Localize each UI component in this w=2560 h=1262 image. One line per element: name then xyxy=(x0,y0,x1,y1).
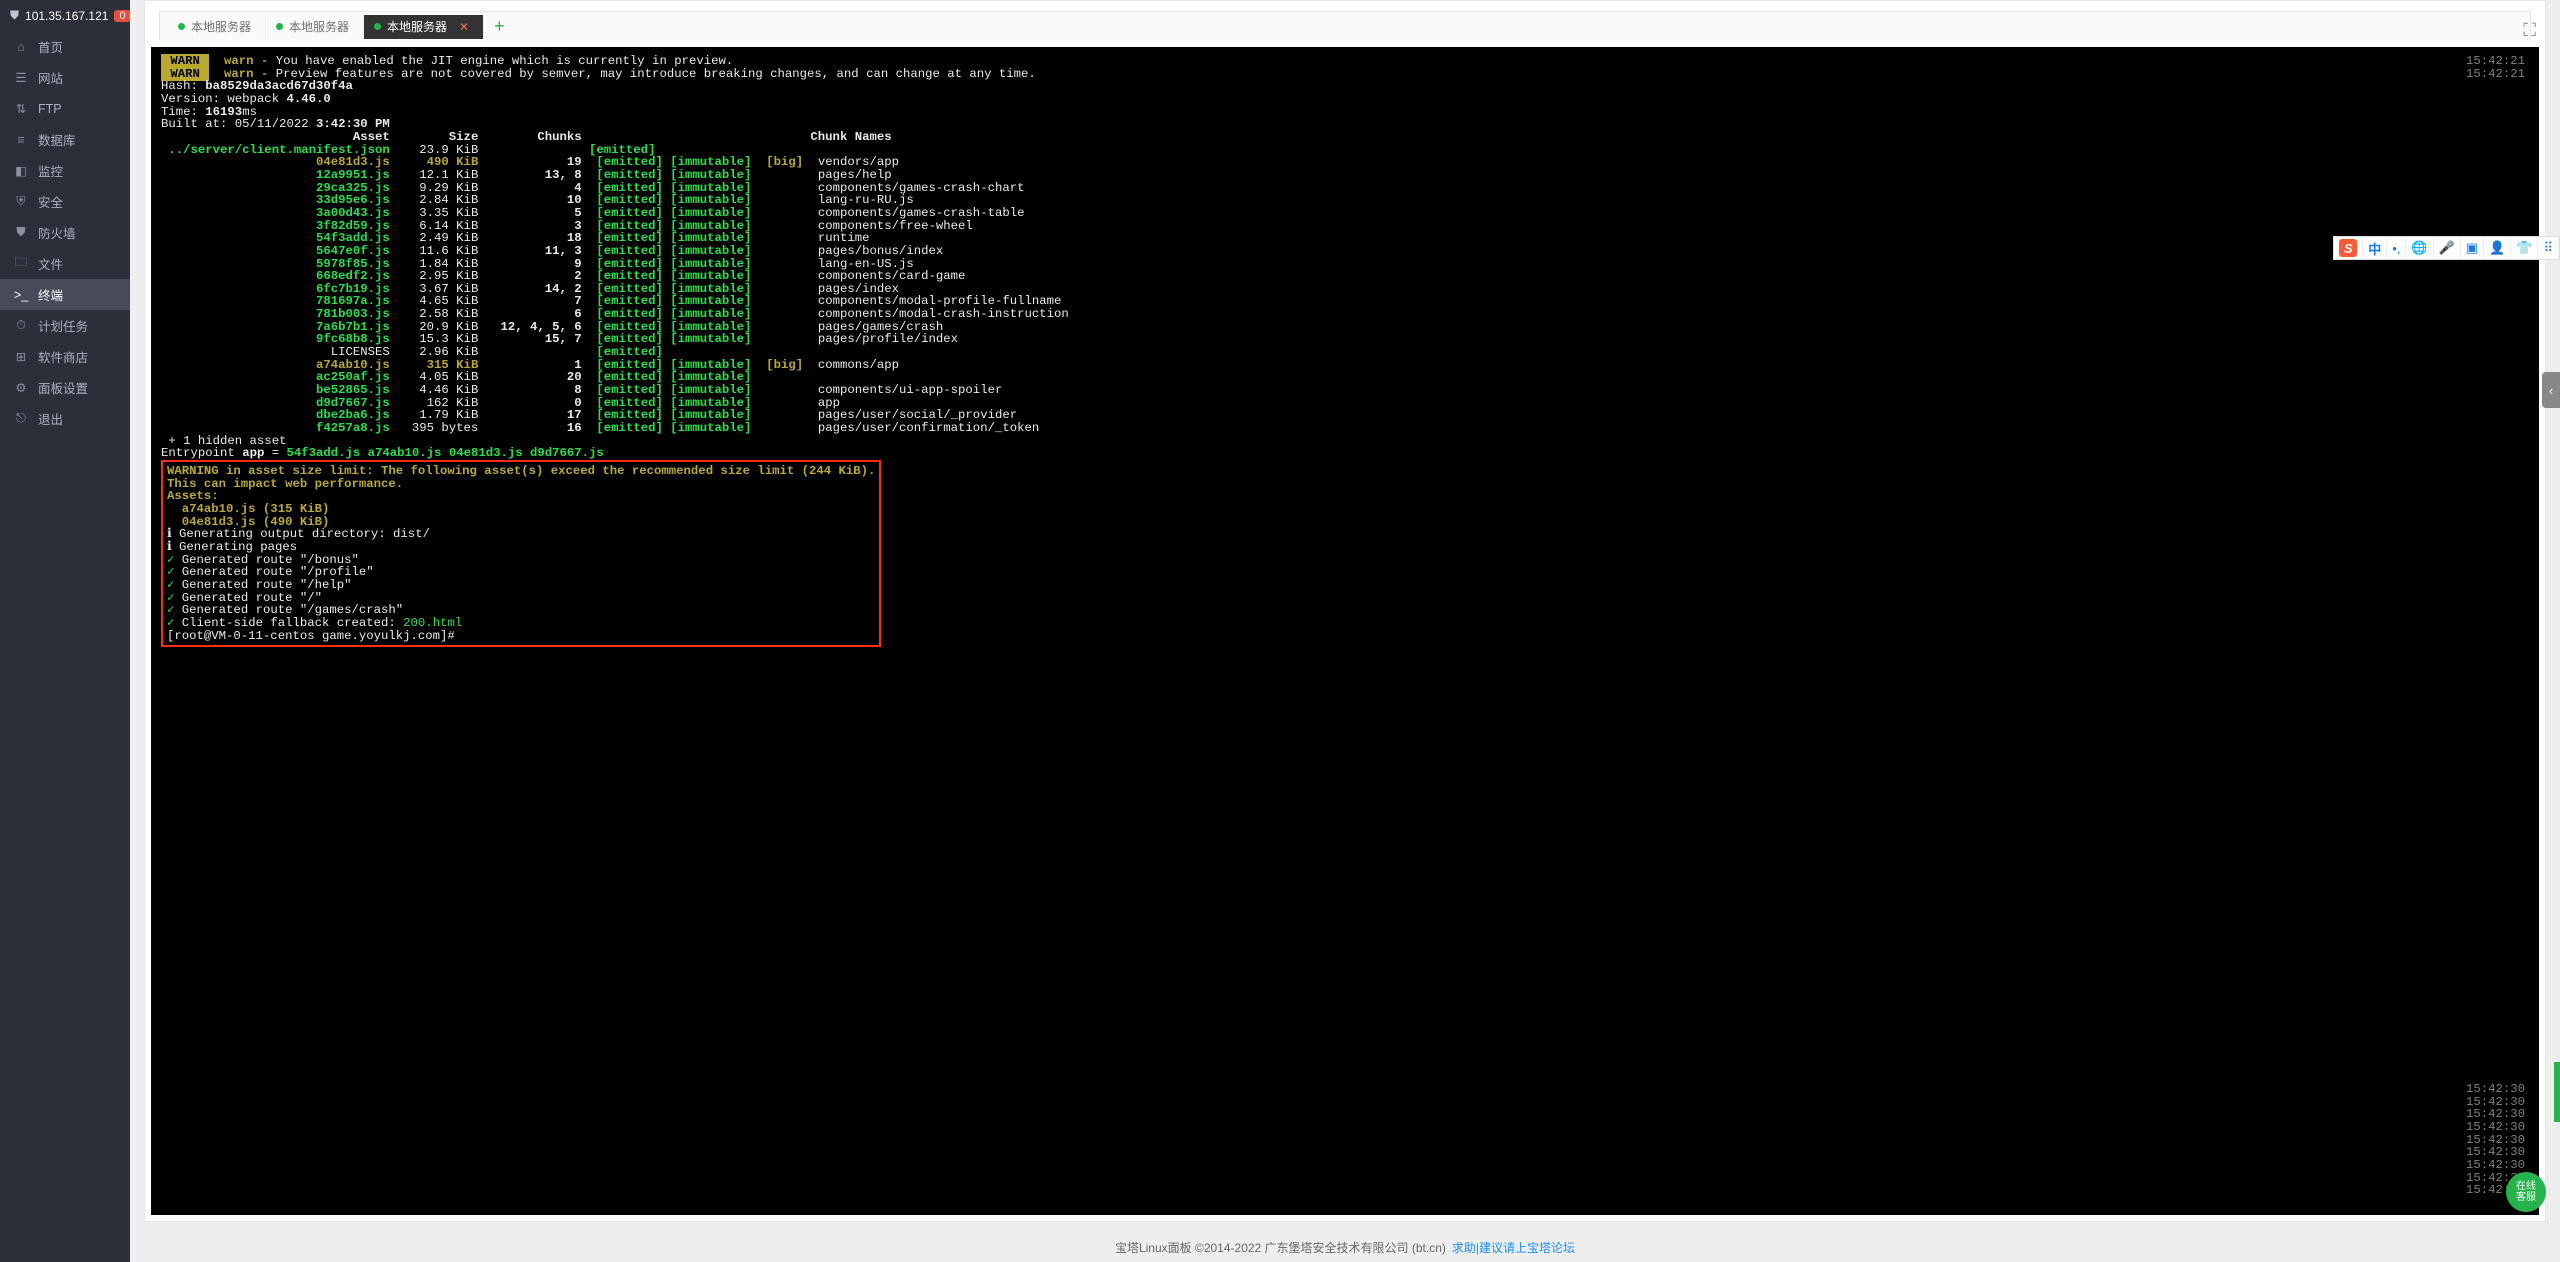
ime-globe-icon[interactable]: 🌐 xyxy=(2406,237,2433,259)
nav-icon: ⏱ xyxy=(14,318,28,333)
ime-screen-icon[interactable]: ▣ xyxy=(2461,237,2484,259)
alert-badge[interactable]: 0 xyxy=(114,10,130,22)
main: ⛶ 本地服务器 本地服务器 本地服务器 ✕ + WARN warn - You have… xyxy=(130,0,2560,1262)
tab-status-dot xyxy=(178,23,185,30)
nav-icon: ⚙ xyxy=(14,380,28,395)
nav-label: 安全 xyxy=(38,192,63,211)
footer-copyright: 宝塔Linux面板 ©2014-2022 广东堡塔安全技术有限公司 (bt.cn… xyxy=(1115,1239,1446,1256)
terminal-output[interactable]: WARN warn - You have enabled the JIT eng… xyxy=(151,47,2539,1215)
ime-mic-icon[interactable]: 🎤 xyxy=(2434,237,2461,259)
ime-lang[interactable]: 中 xyxy=(2363,237,2387,259)
nav-item-10[interactable]: ⊞ 软件商店 xyxy=(0,341,130,372)
nav-icon: 🗀 xyxy=(14,253,28,274)
add-tab-button[interactable]: + xyxy=(484,16,515,37)
ime-toolbar[interactable]: S 中 •, 🌐 🎤 ▣ 👤 👕 ⠿ xyxy=(2333,236,2560,260)
nav-icon: ◧ xyxy=(14,163,28,178)
collapse-right-arrow[interactable]: ‹ xyxy=(2542,372,2560,408)
close-icon[interactable]: ✕ xyxy=(459,20,469,34)
nav-item-0[interactable]: ⌂ 首页 xyxy=(0,31,130,62)
nav-icon: ⊞ xyxy=(14,349,28,364)
terminal-tab[interactable]: 本地服务器 xyxy=(168,15,266,39)
nav-item-6[interactable]: ⛊ 防火墙 xyxy=(0,217,130,248)
nav-label: 首页 xyxy=(38,37,63,56)
nav-list: ⌂ 首页 ☰ 网站 ⇅ FTP ≡ 数据库 ◧ 监控 ⛨ 安全 ⛊ 防火墙 🗀 文件 >_ 终端 ⏱ 计划任务 ⊞ 软件商… xyxy=(0,31,130,434)
ime-skin-icon[interactable]: 👕 xyxy=(2511,237,2538,259)
nav-item-11[interactable]: ⚙ 面板设置 xyxy=(0,372,130,403)
sidebar-header: ⛊ 101.35.167.121 0 xyxy=(0,0,130,31)
footer-forum-link[interactable]: 求助|建议请上宝塔论坛 xyxy=(1452,1239,1575,1256)
nav-label: 软件商店 xyxy=(38,347,88,366)
ime-grid-icon[interactable]: ⠿ xyxy=(2538,237,2559,259)
nav-label: 网站 xyxy=(38,68,63,87)
nav-icon: ⛨ xyxy=(14,194,28,209)
nav-label: 监控 xyxy=(38,161,63,180)
nav-item-2[interactable]: ⇅ FTP xyxy=(0,93,130,124)
tab-bar: 本地服务器 本地服务器 本地服务器 ✕ + xyxy=(159,11,2531,41)
nav-label: 终端 xyxy=(38,285,63,304)
ime-punct[interactable]: •, xyxy=(2387,237,2406,259)
scroll-indicator xyxy=(2554,1062,2560,1122)
tab-status-dot xyxy=(374,23,381,30)
ime-s-icon[interactable]: S xyxy=(2339,239,2357,257)
nav-icon: ⌂ xyxy=(14,40,28,54)
tab-status-dot xyxy=(276,23,283,30)
nav-icon: ⇅ xyxy=(14,101,28,116)
shield-icon: ⛊ xyxy=(10,8,19,23)
terminal-tab[interactable]: 本地服务器 ✕ xyxy=(364,15,484,39)
nav-icon: ☰ xyxy=(14,70,28,85)
tab-label: 本地服务器 xyxy=(191,18,251,35)
nav-item-12[interactable]: ⎋ 退出 xyxy=(0,403,130,434)
nav-icon: ⛊ xyxy=(14,225,28,240)
sidebar: ⛊ 101.35.167.121 0 ⌂ 首页 ☰ 网站 ⇅ FTP ≡ 数据库 ◧ 监控 ⛨ 安全 ⛊… xyxy=(0,0,130,1262)
footer: 宝塔Linux面板 ©2014-2022 广东堡塔安全技术有限公司 (bt.cn… xyxy=(130,1232,2560,1262)
nav-icon: >_ xyxy=(14,288,28,302)
nav-label: 计划任务 xyxy=(38,316,88,335)
nav-item-3[interactable]: ≡ 数据库 xyxy=(0,124,130,155)
nav-item-8[interactable]: >_ 终端 xyxy=(0,279,130,310)
maximize-icon[interactable]: ⛶ xyxy=(2523,20,2536,41)
nav-icon: ⎋ xyxy=(14,411,28,426)
nav-label: 文件 xyxy=(38,254,63,273)
tab-label: 本地服务器 xyxy=(289,18,349,35)
terminal-tab[interactable]: 本地服务器 xyxy=(266,15,364,39)
nav-label: 面板设置 xyxy=(38,378,88,397)
customer-service-button[interactable]: 在线 客服 xyxy=(2506,1172,2546,1212)
nav-label: FTP xyxy=(38,102,62,116)
nav-item-5[interactable]: ⛨ 安全 xyxy=(0,186,130,217)
tab-label: 本地服务器 xyxy=(387,18,447,35)
nav-label: 数据库 xyxy=(38,130,76,149)
ime-avatar-icon[interactable]: 👤 xyxy=(2484,237,2511,259)
server-ip: 101.35.167.121 xyxy=(25,9,108,23)
nav-label: 防火墙 xyxy=(38,223,76,242)
nav-label: 退出 xyxy=(38,409,63,428)
nav-item-1[interactable]: ☰ 网站 xyxy=(0,62,130,93)
nav-icon: ≡ xyxy=(14,133,28,147)
nav-item-7[interactable]: 🗀 文件 xyxy=(0,248,130,279)
nav-item-9[interactable]: ⏱ 计划任务 xyxy=(0,310,130,341)
nav-item-4[interactable]: ◧ 监控 xyxy=(0,155,130,186)
